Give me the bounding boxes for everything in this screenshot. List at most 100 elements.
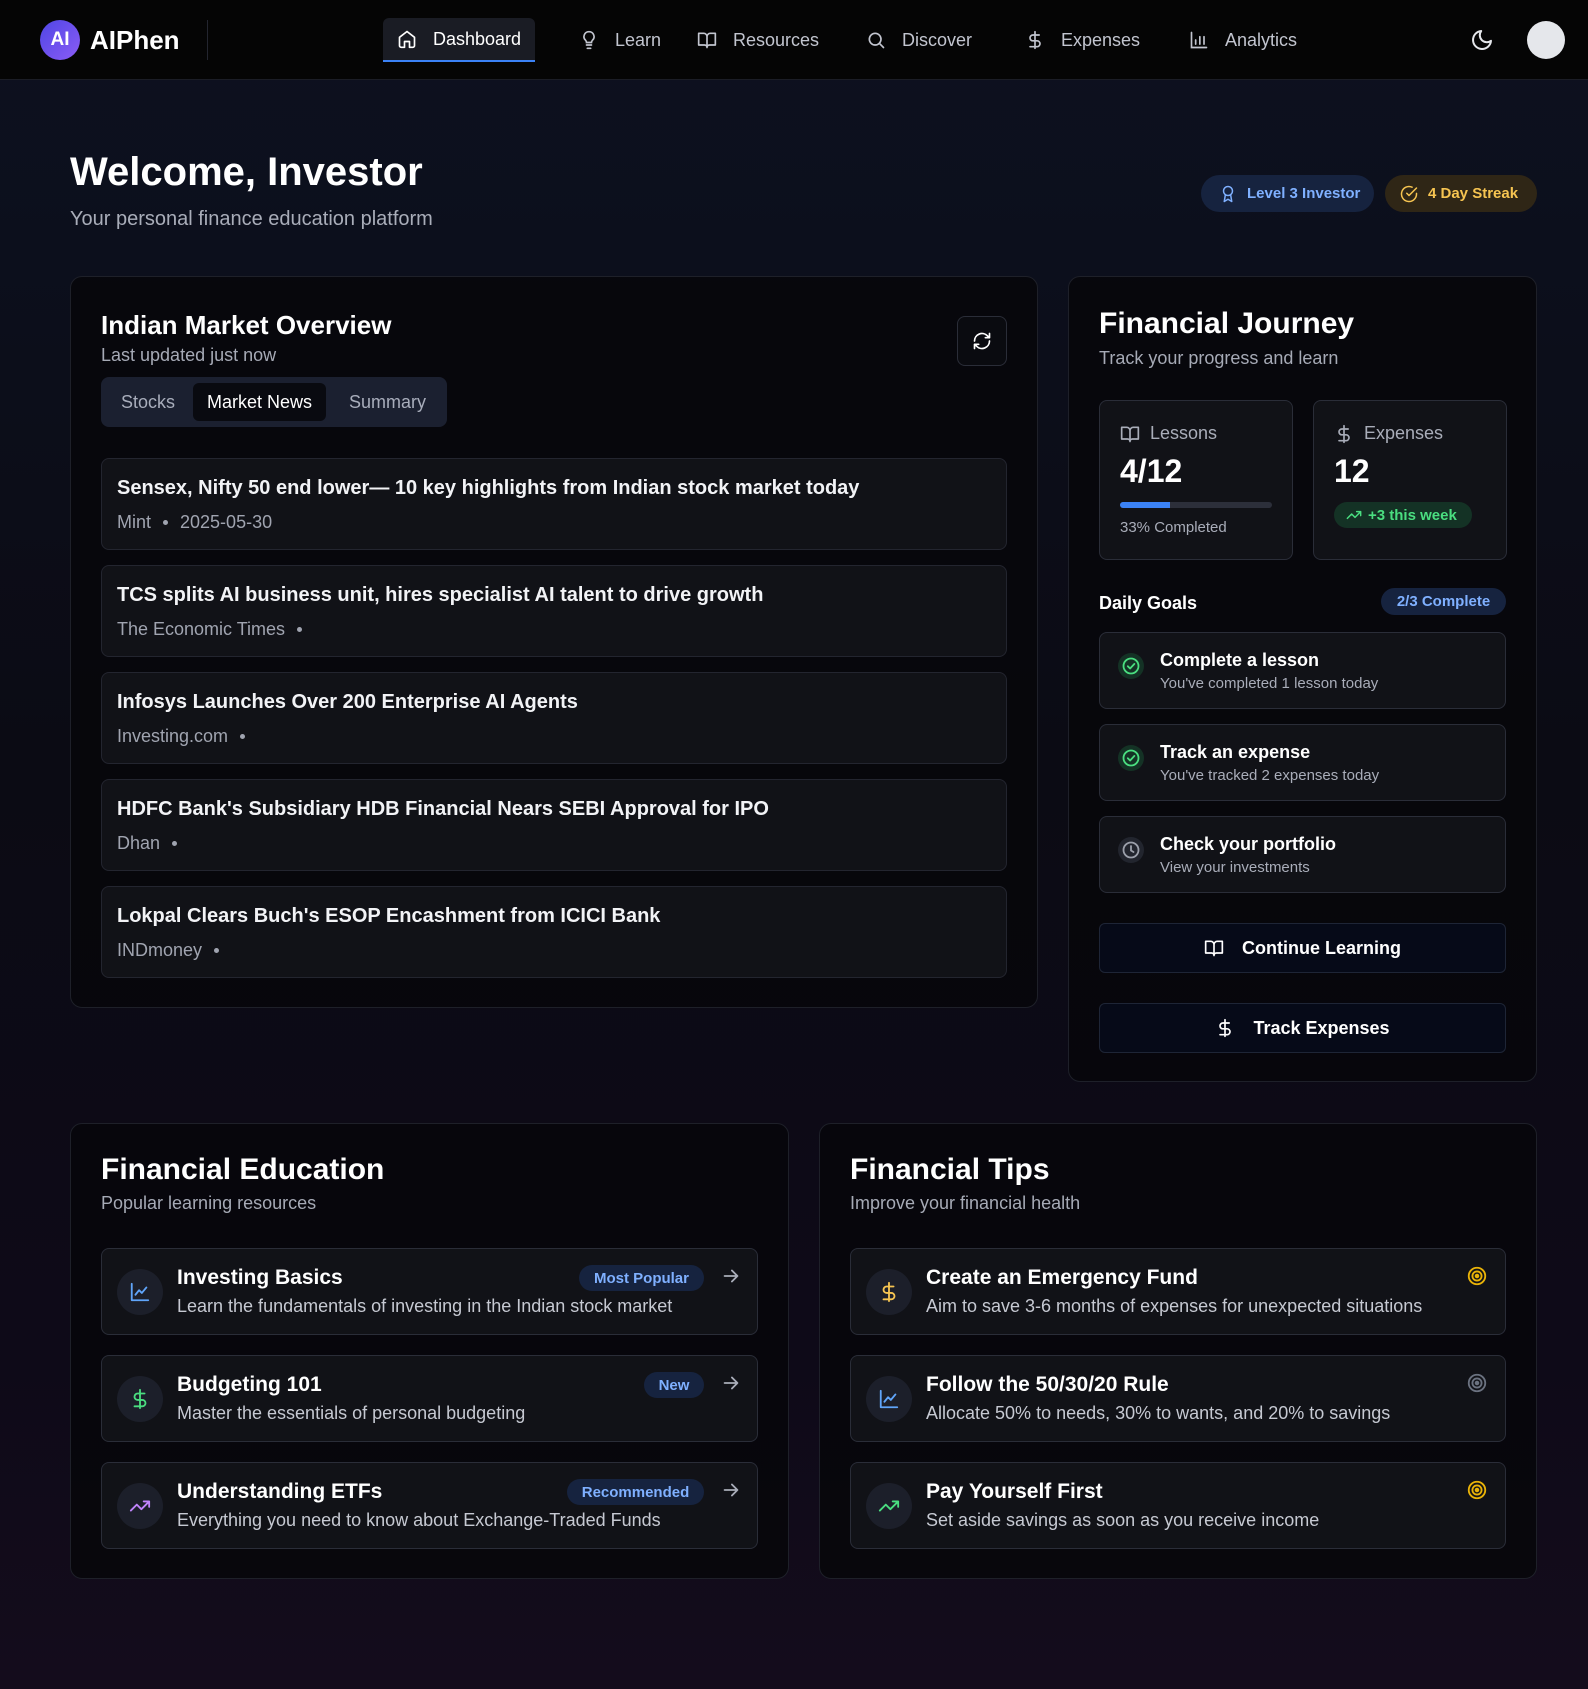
goal-item[interactable]: Check your portfolio View your investmen… <box>1099 816 1506 893</box>
lessons-label: Lessons <box>1120 423 1217 444</box>
row-icon <box>117 1483 163 1529</box>
lessons-foot: 33% Completed <box>1120 519 1227 536</box>
dollar-icon <box>1029 30 1041 50</box>
news-item[interactable]: Infosys Launches Over 200 Enterprise AI … <box>101 672 1007 764</box>
news-title: TCS splits AI business unit, hires speci… <box>117 584 764 606</box>
nav-item-analytics[interactable]: Analytics <box>1175 18 1311 62</box>
market-overview-card: Indian Market Overview Last updated just… <box>70 276 1038 1008</box>
avatar[interactable] <box>1527 21 1565 59</box>
arrow-right-icon[interactable] <box>720 1372 742 1394</box>
row-title: Follow the 50/30/20 Rule <box>926 1373 1169 1396</box>
streak-badge: 4 Day Streak <box>1385 175 1537 212</box>
news-title: Infosys Launches Over 200 Enterprise AI … <box>117 691 578 713</box>
check-circle-icon <box>1118 745 1144 771</box>
goal-sub: You've completed 1 lesson today <box>1160 675 1379 692</box>
news-meta: INDmoney <box>117 940 231 961</box>
tab-stocks[interactable]: Stocks <box>107 383 189 421</box>
expenses-label-text: Expenses <box>1364 423 1444 443</box>
row-title: Budgeting 101 <box>177 1373 322 1396</box>
education-item[interactable]: Understanding ETFs Everything you need t… <box>101 1462 758 1549</box>
lessons-value: 4/12 <box>1120 453 1183 489</box>
arrow-right-icon[interactable] <box>720 1265 742 1287</box>
news-title: HDFC Bank's Subsidiary HDB Financial Nea… <box>117 798 769 820</box>
goal-title: Complete a lesson <box>1160 650 1320 670</box>
new-badge: New <box>644 1372 704 1398</box>
book-icon <box>1120 426 1140 442</box>
moon-icon[interactable] <box>1470 28 1494 52</box>
education-item[interactable]: Budgeting 101 Master the essentials of p… <box>101 1355 758 1442</box>
education-title: Financial Education <box>101 1153 385 1186</box>
row-title: Investing Basics <box>177 1266 343 1289</box>
education-item[interactable]: Investing Basics Learn the fundamentals … <box>101 1248 758 1335</box>
bar-chart-icon <box>1190 31 1208 49</box>
target-icon <box>1467 1480 1487 1500</box>
news-title: Sensex, Nifty 50 end lower— 10 key highl… <box>117 477 860 499</box>
meta-dot <box>240 734 246 739</box>
daily-goals-badge: 2/3 Complete <box>1381 588 1506 615</box>
level-badge-label: Level 3 Investor <box>1247 185 1361 202</box>
market-title: Indian Market Overview <box>101 310 392 340</box>
row-sub: Allocate 50% to needs, 30% to wants, and… <box>926 1403 1391 1423</box>
nav-item-discover[interactable]: Discover <box>852 18 986 62</box>
tip-item[interactable]: Create an Emergency Fund Aim to save 3-6… <box>850 1248 1506 1335</box>
check-circle-icon <box>1118 653 1144 679</box>
tab-market-news[interactable]: Market News <box>193 383 327 421</box>
news-meta: Mint 2025-05-30 <box>117 512 272 533</box>
financial-tips-card: Financial Tips Improve your financial he… <box>819 1123 1537 1579</box>
row-sub: Learn the fundamentals of investing in t… <box>177 1296 673 1316</box>
lessons-label-text: Lessons <box>1150 423 1218 443</box>
nav-item-dashboard[interactable]: Dashboard <box>383 18 536 62</box>
nav-item-resources[interactable]: Resources <box>683 18 833 62</box>
brand[interactable]: AI AIPhen <box>40 20 180 60</box>
award-icon <box>1222 185 1234 202</box>
page-title: Welcome, Investor <box>70 150 423 194</box>
dollar-icon <box>133 1388 147 1410</box>
market-tabs: Stocks Market News Summary <box>101 377 447 427</box>
tab-summary[interactable]: Summary <box>335 383 440 421</box>
meta-dot <box>297 627 303 632</box>
news-source: Investing.com <box>117 726 229 746</box>
tip-item[interactable]: Follow the 50/30/20 Rule Allocate 50% to… <box>850 1355 1506 1442</box>
lightbulb-icon <box>583 30 595 50</box>
refresh-button[interactable] <box>957 316 1007 366</box>
lessons-stat: Lessons 4/12 33% Completed <box>1099 400 1293 560</box>
daily-goals-title: Daily Goals <box>1099 593 1198 613</box>
home-icon <box>398 30 416 49</box>
tips-title: Financial Tips <box>850 1153 1050 1186</box>
tip-item[interactable]: Pay Yourself First Set aside savings as … <box>850 1462 1506 1549</box>
row-title: Pay Yourself First <box>926 1480 1103 1503</box>
news-date: 2025-05-30 <box>180 512 273 532</box>
journey-title: Financial Journey <box>1099 307 1355 340</box>
news-item[interactable]: TCS splits AI business unit, hires speci… <box>101 565 1007 657</box>
goal-sub: You've tracked 2 expenses today <box>1160 767 1380 784</box>
track-expenses-label: Track Expenses <box>1253 1017 1390 1038</box>
market-subtitle: Last updated just now <box>101 345 277 365</box>
brand-logo: AI <box>40 20 80 60</box>
nav-item-learn[interactable]: Learn <box>565 18 675 62</box>
row-icon <box>866 1376 912 1422</box>
lessons-progress-fill <box>1120 502 1171 508</box>
news-item[interactable]: Sensex, Nifty 50 end lower— 10 key highl… <box>101 458 1007 550</box>
refresh-icon <box>973 332 991 350</box>
row-icon <box>866 1483 912 1529</box>
row-icon <box>117 1376 163 1422</box>
level-badge: Level 3 Investor <box>1201 175 1374 212</box>
goal-item[interactable]: Complete a lesson You've completed 1 les… <box>1099 632 1506 709</box>
row-icon <box>866 1269 912 1315</box>
nav-item-expenses[interactable]: Expenses <box>1011 18 1154 62</box>
nav-label: Learn <box>615 29 662 50</box>
nav-label: Discover <box>902 29 973 50</box>
track-expenses-button[interactable]: Track Expenses <box>1099 1003 1506 1053</box>
arrow-right-icon[interactable] <box>720 1479 742 1501</box>
nav-label: Resources <box>733 29 820 50</box>
news-item[interactable]: Lokpal Clears Buch's ESOP Encashment fro… <box>101 886 1007 978</box>
news-source: The Economic Times <box>117 619 286 639</box>
continue-learning-button[interactable]: Continue Learning <box>1099 923 1506 973</box>
line-chart-icon <box>130 1282 150 1302</box>
search-icon <box>868 32 885 49</box>
news-item[interactable]: HDFC Bank's Subsidiary HDB Financial Nea… <box>101 779 1007 871</box>
goal-item[interactable]: Track an expense You've tracked 2 expens… <box>1099 724 1506 801</box>
most-popular-badge: Most Popular <box>579 1265 704 1291</box>
recommended-badge: Recommended <box>567 1479 704 1505</box>
book-icon <box>697 32 717 49</box>
